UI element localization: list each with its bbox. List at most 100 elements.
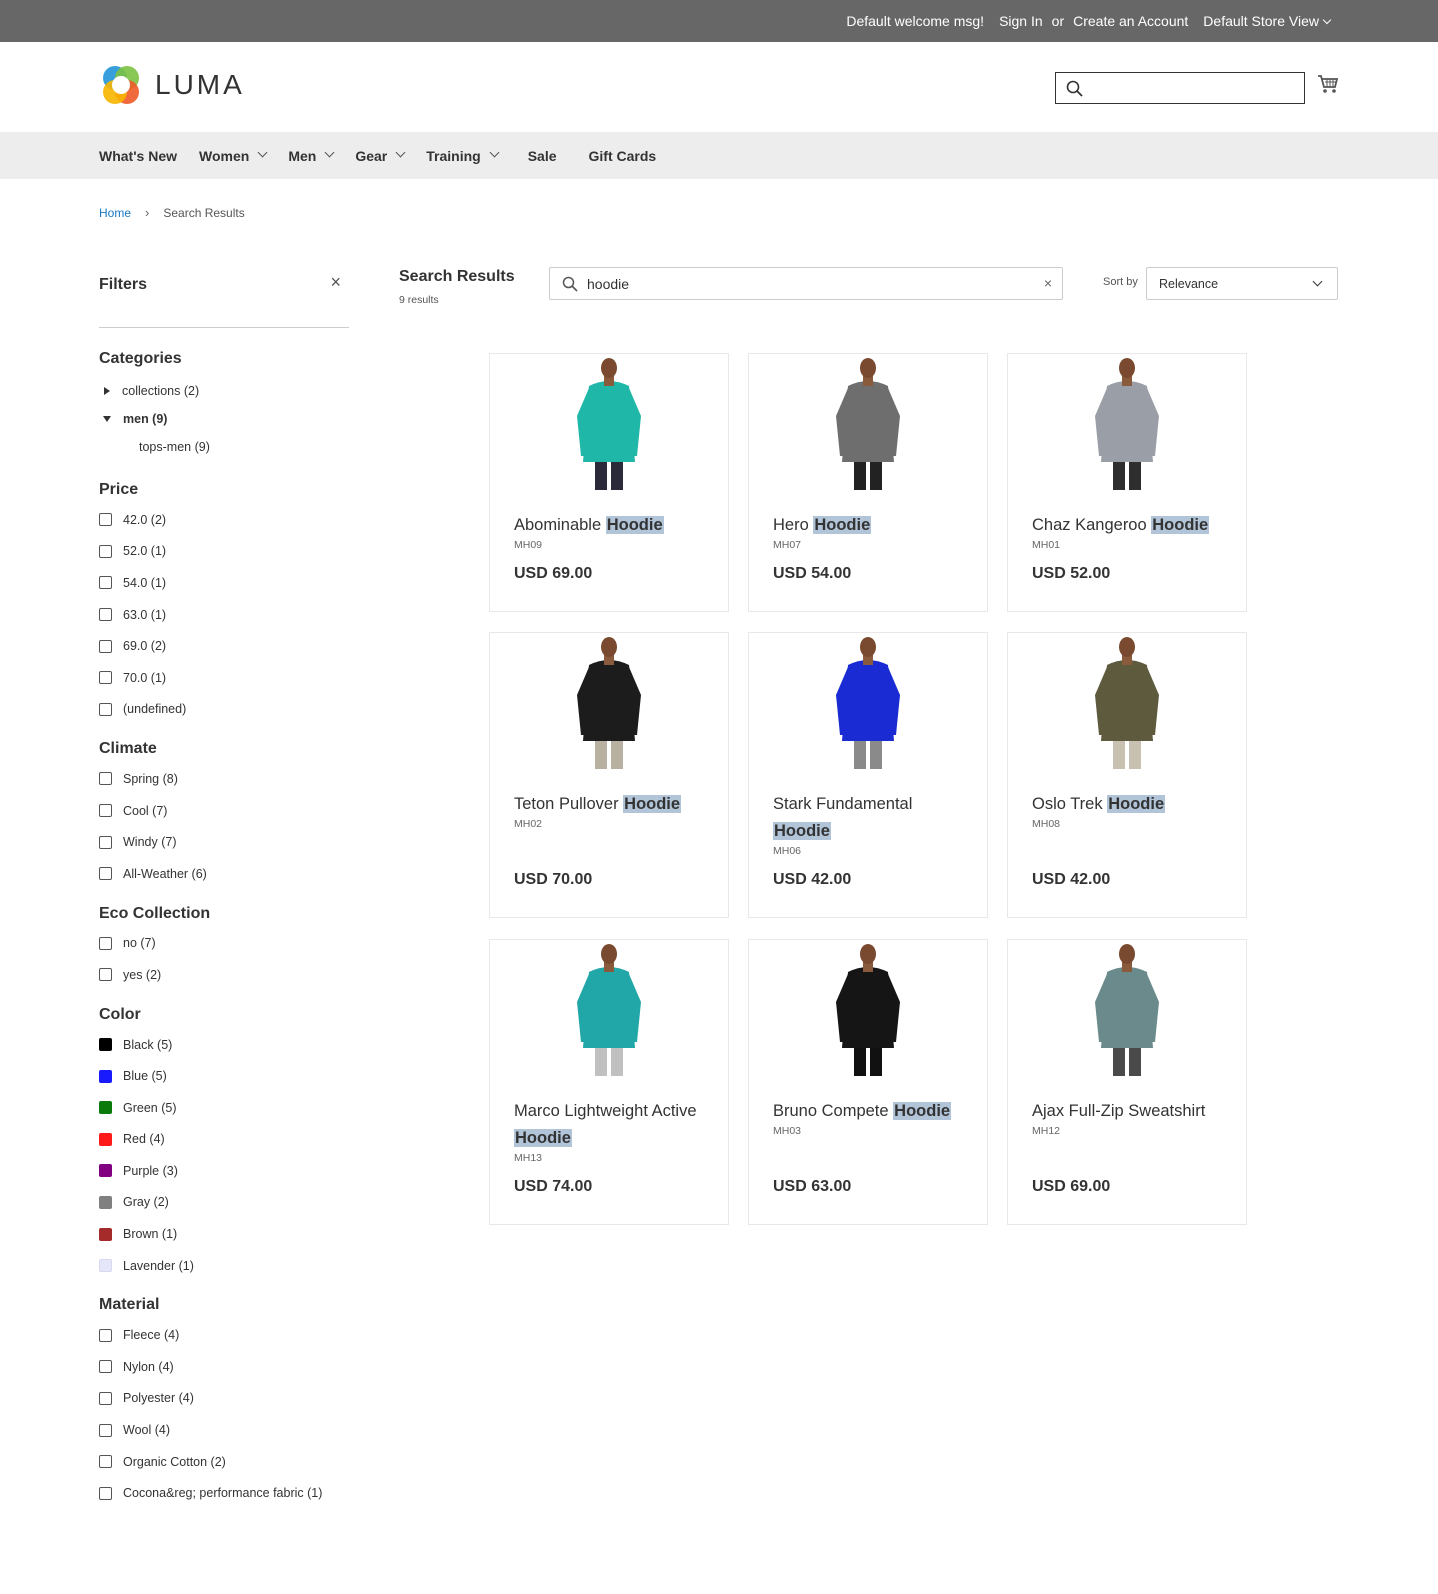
color-option[interactable]: Brown (1) (99, 1218, 349, 1250)
product-name[interactable]: Hero Hoodie (773, 512, 973, 539)
filter-option[interactable]: 54.0 (1) (99, 567, 349, 599)
checkbox[interactable] (99, 513, 112, 527)
filter-option[interactable]: 63.0 (1) (99, 599, 349, 631)
nav-item-women[interactable]: Women (199, 148, 268, 164)
product-image[interactable] (1008, 942, 1246, 1076)
category-collections[interactable]: collections (2) (99, 377, 349, 405)
results-search-input[interactable]: hoodie × (549, 267, 1063, 300)
color-option[interactable]: Green (5) (99, 1092, 349, 1124)
product-image[interactable] (749, 942, 987, 1076)
category-tops-men[interactable]: tops-men (9) (99, 433, 349, 461)
product-name[interactable]: Bruno Compete Hoodie (773, 1098, 973, 1125)
product-name[interactable]: Oslo Trek Hoodie (1032, 791, 1232, 818)
filter-option[interactable]: no (7) (99, 928, 349, 960)
nav-item-gift-cards[interactable]: Gift Cards (589, 148, 657, 164)
filter-option[interactable]: Windy (7) (99, 826, 349, 858)
color-option[interactable]: Purple (3) (99, 1155, 349, 1187)
filter-option[interactable]: (undefined) (99, 694, 349, 726)
filter-option[interactable]: Fleece (4) (99, 1319, 349, 1351)
checkbox[interactable] (99, 835, 112, 849)
filter-option[interactable]: Nylon (4) (99, 1351, 349, 1383)
product-card[interactable]: Chaz Kangeroo Hoodie MH01 USD 52.00 (1007, 353, 1247, 612)
checkbox[interactable] (99, 1328, 112, 1342)
product-card[interactable]: Abominable Hoodie MH09 USD 69.00 (489, 353, 729, 612)
product-image[interactable] (1008, 635, 1246, 769)
color-swatch[interactable] (99, 1069, 112, 1083)
logo[interactable]: LUMA (99, 63, 245, 107)
checkbox[interactable] (99, 936, 112, 950)
checkbox[interactable] (99, 1423, 112, 1437)
filter-option[interactable]: Spring (8) (99, 763, 349, 795)
color-swatch[interactable] (99, 1259, 112, 1273)
product-card[interactable]: Teton Pullover Hoodie MH02 USD 70.00 (489, 632, 729, 918)
sort-select[interactable]: Relevance (1146, 267, 1338, 300)
filter-option[interactable]: All-Weather (6) (99, 858, 349, 890)
color-option[interactable]: Lavender (1) (99, 1250, 349, 1282)
checkbox[interactable] (99, 639, 112, 653)
checkbox[interactable] (99, 608, 112, 622)
product-card[interactable]: Marco Lightweight Active Hoodie MH13 USD 7… (489, 939, 729, 1225)
filter-option[interactable]: 52.0 (1) (99, 536, 349, 568)
nav-item-sale[interactable]: Sale (528, 148, 557, 164)
nav-item-training[interactable]: Training (426, 148, 500, 164)
breadcrumb-home[interactable]: Home (99, 206, 131, 220)
product-name[interactable]: Stark Fundamental Hoodie (773, 791, 973, 845)
product-name[interactable]: Marco Lightweight Active Hoodie (514, 1098, 714, 1152)
checkbox[interactable] (99, 772, 112, 786)
checkbox[interactable] (99, 867, 112, 881)
product-card[interactable]: Ajax Full-Zip Sweatshirt MH12 USD 69.00 (1007, 939, 1247, 1225)
product-image[interactable] (490, 942, 728, 1076)
product-card[interactable]: Hero Hoodie MH07 USD 54.00 (748, 353, 988, 612)
product-image[interactable] (490, 635, 728, 769)
nav-item-men[interactable]: Men (288, 148, 335, 164)
store-switcher[interactable]: Default Store View (1203, 13, 1332, 29)
filter-option[interactable]: yes (2) (99, 959, 349, 991)
checkbox[interactable] (99, 576, 112, 590)
color-swatch[interactable] (99, 1038, 112, 1052)
checkbox[interactable] (99, 1455, 112, 1469)
product-image[interactable] (749, 356, 987, 490)
color-swatch[interactable] (99, 1227, 112, 1241)
product-card[interactable]: Oslo Trek Hoodie MH08 USD 42.00 (1007, 632, 1247, 918)
product-name[interactable]: Chaz Kangeroo Hoodie (1032, 512, 1232, 539)
product-image[interactable] (749, 635, 987, 769)
checkbox[interactable] (99, 968, 112, 982)
filter-option[interactable]: Cool (7) (99, 795, 349, 827)
color-swatch[interactable] (99, 1132, 112, 1146)
nav-item-what-s-new[interactable]: What's New (99, 148, 177, 164)
checkbox[interactable] (99, 544, 112, 558)
color-swatch[interactable] (99, 1101, 112, 1115)
create-account-link[interactable]: Create an Account (1073, 13, 1188, 29)
checkbox[interactable] (99, 804, 112, 818)
color-option[interactable]: Black (5) (99, 1029, 349, 1061)
checkbox[interactable] (99, 702, 112, 716)
checkbox[interactable] (99, 1360, 112, 1374)
product-name[interactable]: Ajax Full-Zip Sweatshirt (1032, 1098, 1232, 1125)
product-name[interactable]: Abominable Hoodie (514, 512, 714, 539)
color-swatch[interactable] (99, 1164, 112, 1178)
checkbox[interactable] (99, 1486, 112, 1500)
checkbox[interactable] (99, 671, 112, 685)
category-men[interactable]: men (9) (99, 405, 349, 433)
product-image[interactable] (1008, 356, 1246, 490)
color-option[interactable]: Gray (2) (99, 1187, 349, 1219)
filter-option[interactable]: Cocona&reg; performance fabric (1) (99, 1477, 349, 1509)
product-card[interactable]: Stark Fundamental Hoodie MH06 USD 42.00 (748, 632, 988, 918)
search-input[interactable] (1055, 72, 1305, 104)
clear-search-button[interactable]: × (1044, 275, 1052, 291)
close-filters-button[interactable]: × (330, 272, 341, 293)
filter-option[interactable]: Wool (4) (99, 1414, 349, 1446)
color-option[interactable]: Blue (5) (99, 1060, 349, 1092)
product-card[interactable]: Bruno Compete Hoodie MH03 USD 63.00 (748, 939, 988, 1225)
color-option[interactable]: Red (4) (99, 1124, 349, 1156)
color-swatch[interactable] (99, 1195, 112, 1209)
filter-option[interactable]: 70.0 (1) (99, 662, 349, 694)
filter-option[interactable]: Organic Cotton (2) (99, 1446, 349, 1478)
filter-option[interactable]: 42.0 (2) (99, 504, 349, 536)
product-name[interactable]: Teton Pullover Hoodie (514, 791, 714, 818)
product-image[interactable] (490, 356, 728, 490)
filter-option[interactable]: 69.0 (2) (99, 630, 349, 662)
checkbox[interactable] (99, 1391, 112, 1405)
cart-icon[interactable] (1317, 74, 1339, 94)
sign-in-link[interactable]: Sign In (999, 13, 1043, 29)
